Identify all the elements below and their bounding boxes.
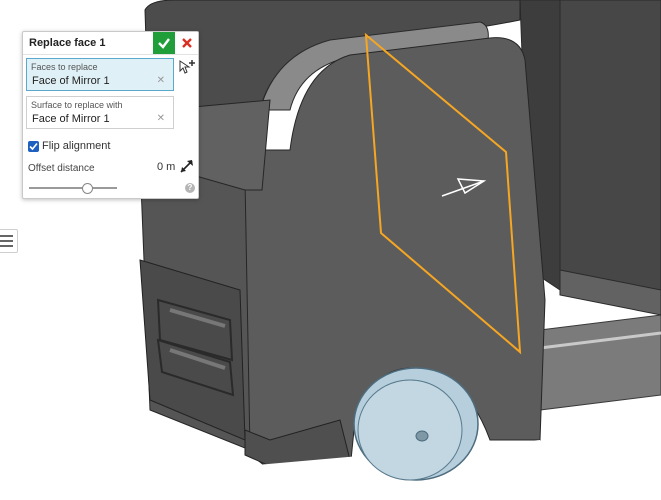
checkmark-icon (158, 38, 170, 49)
wheel-hub (415, 430, 429, 442)
feature-list-icon[interactable] (0, 229, 18, 253)
offset-slider-thumb[interactable] (82, 183, 94, 194)
surface-to-replace-with-label: Surface to replace with (31, 100, 123, 110)
cancel-button[interactable] (176, 32, 198, 54)
faces-to-replace-label: Faces to replace (31, 62, 98, 72)
flip-direction-icon[interactable] (179, 158, 195, 174)
chassis-rail[interactable] (539, 314, 661, 411)
flip-alignment-label: Flip alignment (42, 140, 111, 152)
checkbox-check-icon (29, 142, 38, 151)
dialog-title: Replace face 1 (29, 37, 106, 49)
add-selection-cursor-icon[interactable] (178, 59, 196, 75)
faces-to-replace-value: Face of Mirror 1 (32, 75, 110, 87)
close-icon (182, 38, 192, 48)
dialog-header: Replace face 1 (23, 32, 198, 55)
offset-distance-label: Offset distance (28, 163, 95, 174)
cargo-box[interactable] (559, 0, 661, 301)
offset-slider-track[interactable] (29, 187, 117, 189)
replace-face-dialog: Replace face 1 Faces to replace Face of … (22, 31, 199, 199)
flip-alignment-checkbox[interactable] (28, 141, 39, 152)
help-icon[interactable]: ? (185, 183, 195, 193)
offset-distance-value[interactable]: 0 m (157, 161, 175, 173)
clear-faces-icon[interactable]: ✕ (157, 75, 165, 86)
surface-to-replace-with-value: Face of Mirror 1 (32, 113, 110, 125)
clear-surface-icon[interactable]: ✕ (157, 113, 165, 124)
accept-button[interactable] (153, 32, 175, 54)
faces-to-replace-field[interactable]: Faces to replace Face of Mirror 1 ✕ (26, 58, 174, 91)
surface-to-replace-with-field[interactable]: Surface to replace with Face of Mirror 1… (26, 96, 174, 129)
